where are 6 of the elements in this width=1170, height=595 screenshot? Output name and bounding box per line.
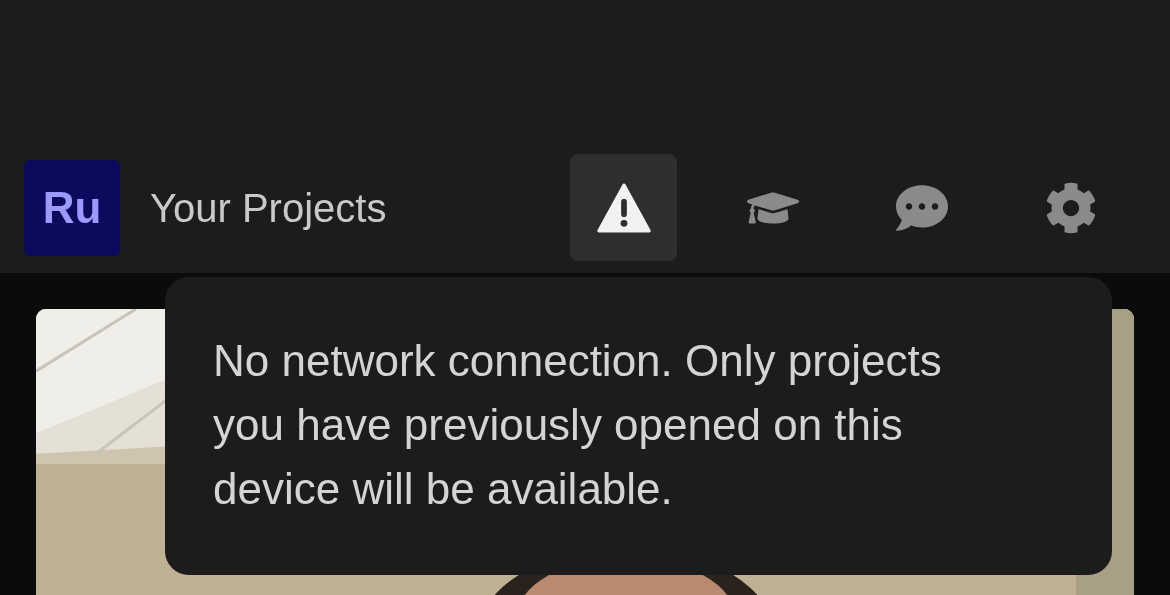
warning-button[interactable] (570, 154, 677, 261)
tooltip-message: No network connection. Only projects you have previously opened on this device will be available. (213, 335, 943, 515)
warning-icon (595, 182, 652, 233)
page-title: Your Projects (150, 184, 388, 232)
settings-icon (1044, 181, 1097, 234)
app-logo: Ru (24, 159, 120, 256)
